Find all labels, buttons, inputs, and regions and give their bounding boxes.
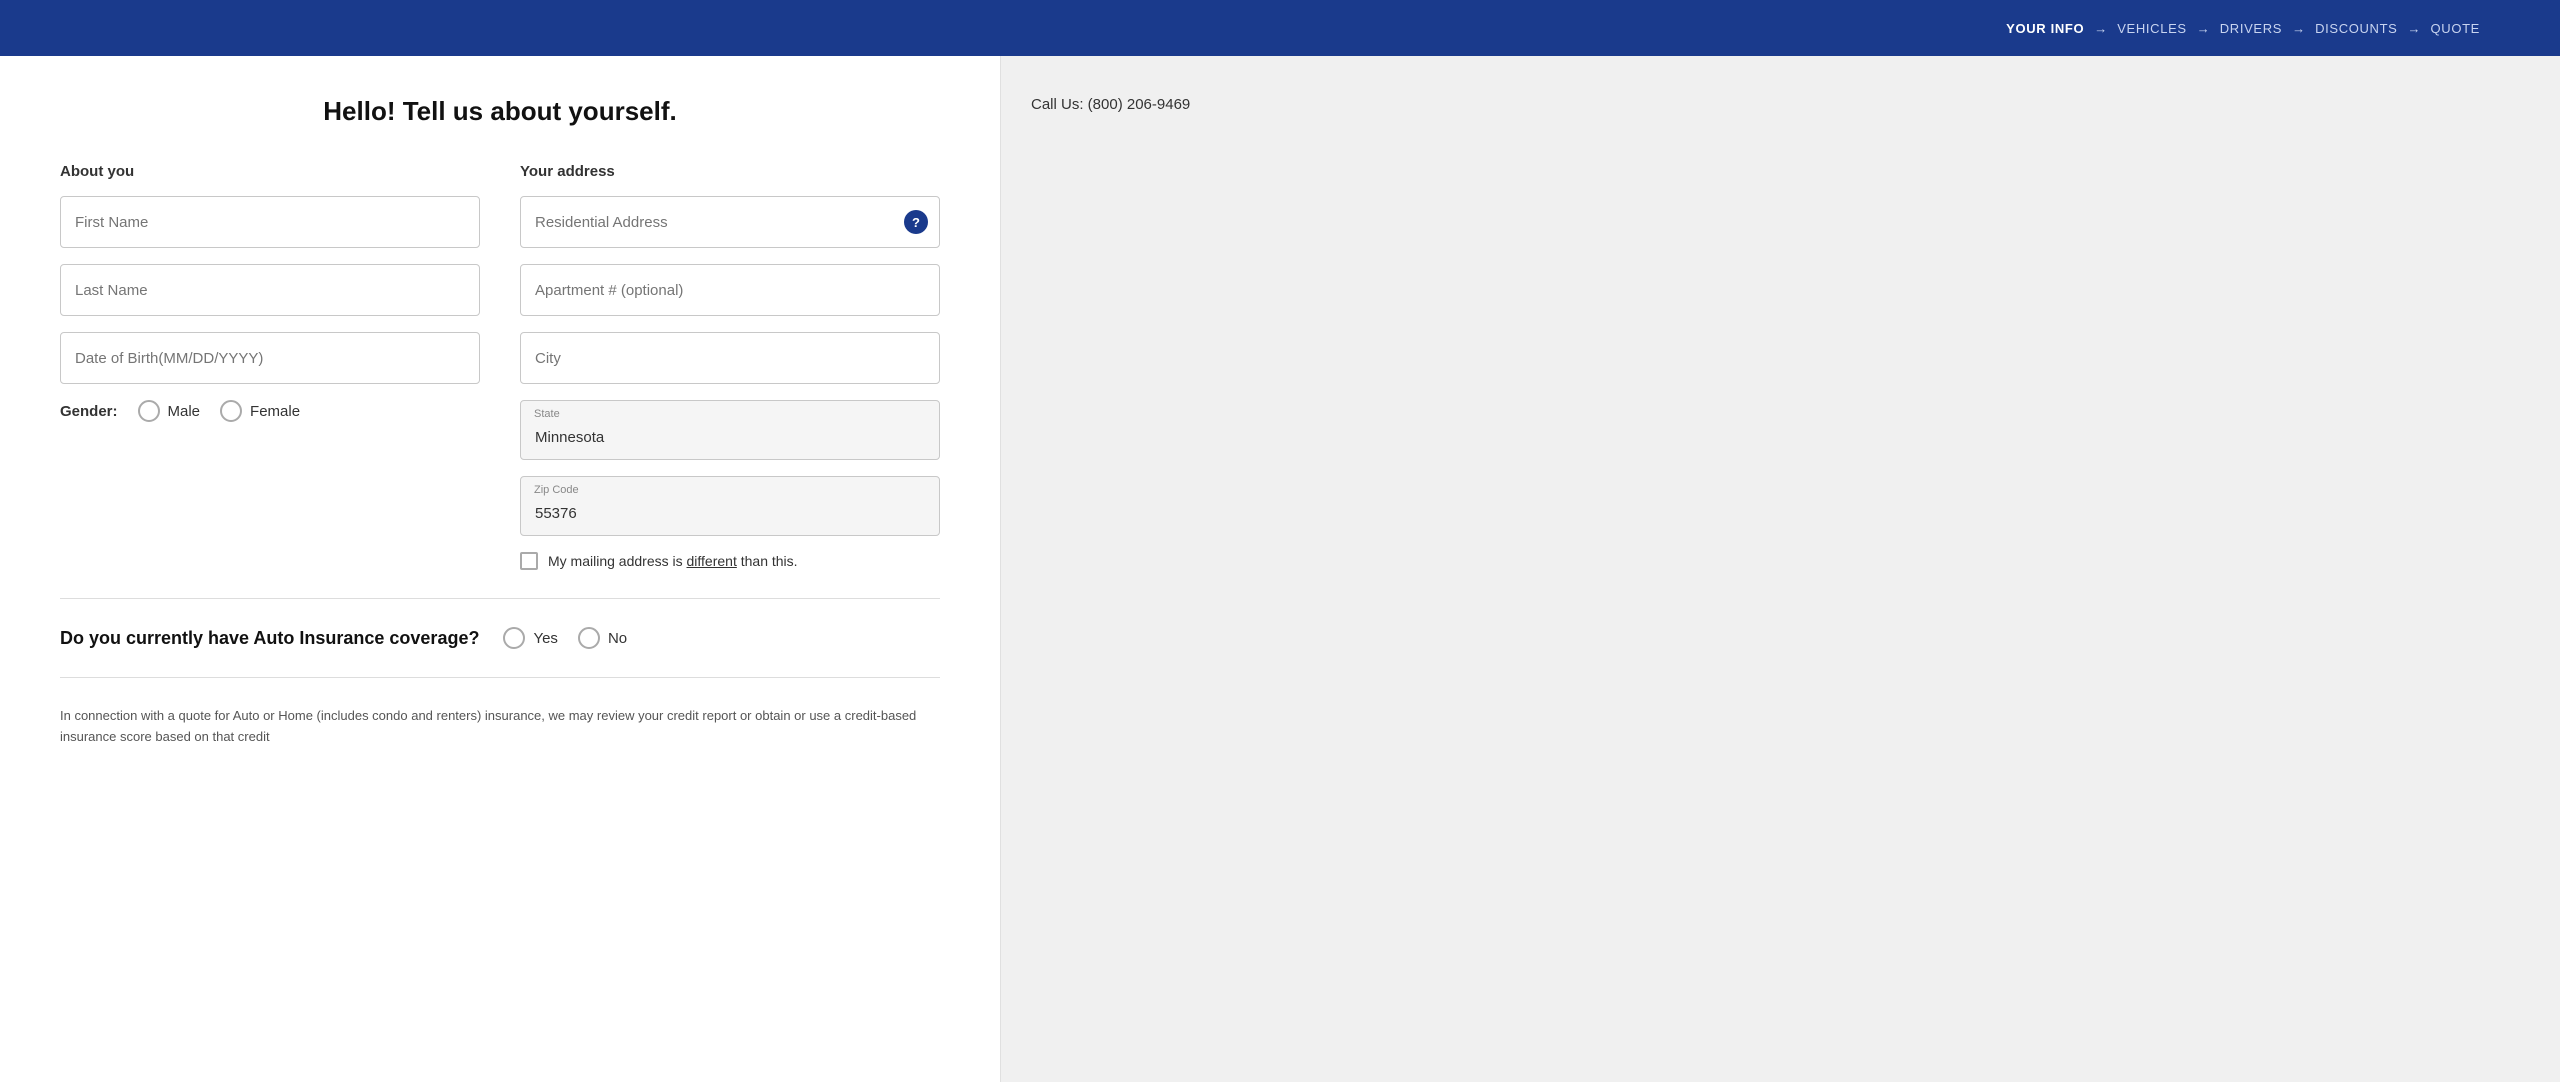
nav-step-vehicles[interactable]: VEHICLES xyxy=(2117,21,2187,36)
nav-step-drivers[interactable]: DRIVERS xyxy=(2220,21,2282,36)
call-us-text: Call Us: (800) 206-9469 xyxy=(1031,96,1190,113)
page-title: Hello! Tell us about yourself. xyxy=(60,96,940,127)
yes-radio[interactable] xyxy=(503,627,525,649)
nav-arrow-4: → xyxy=(2408,21,2421,36)
nav-step-quote[interactable]: QUOTE xyxy=(2431,21,2480,36)
gender-female-label: Female xyxy=(250,403,300,420)
state-input[interactable] xyxy=(520,400,940,460)
city-field xyxy=(520,332,940,384)
apartment-field xyxy=(520,264,940,316)
nav-step-drivers-label: DRIVERS xyxy=(2220,21,2282,36)
nav-bar: YOUR INFO → VEHICLES → DRIVERS → DISCOUN… xyxy=(0,0,2560,56)
address-field-wrapper: ? xyxy=(520,196,940,248)
gender-male-label: Male xyxy=(168,403,201,420)
insurance-question-text: Do you currently have Auto Insurance cov… xyxy=(60,628,479,649)
section-divider xyxy=(60,598,940,599)
different-underline: different xyxy=(687,553,737,569)
sidebar: Call Us: (800) 206-9469 xyxy=(1000,56,1420,1082)
nav-arrow-3: → xyxy=(2292,21,2305,36)
yes-no-options: Yes No xyxy=(503,627,627,649)
about-you-col: About you Gender: Male xyxy=(60,163,480,570)
section-divider-2 xyxy=(60,677,940,678)
nav-arrow-2: → xyxy=(2197,21,2210,36)
zip-input[interactable] xyxy=(520,476,940,536)
gender-male-radio[interactable] xyxy=(138,400,160,422)
your-address-label: Your address xyxy=(520,163,940,180)
residential-address-field: ? xyxy=(520,196,940,248)
nav-step-your-info[interactable]: YOUR INFO xyxy=(2006,21,2084,36)
main-content: Hello! Tell us about yourself. About you… xyxy=(0,56,1000,1082)
yes-label: Yes xyxy=(533,630,557,647)
dob-input[interactable] xyxy=(60,332,480,384)
nav-steps: YOUR INFO → VEHICLES → DRIVERS → DISCOUN… xyxy=(2006,21,2480,36)
nav-step-quote-label: QUOTE xyxy=(2431,21,2480,36)
disclaimer-text: In connection with a quote for Auto or H… xyxy=(60,706,940,748)
nav-step-vehicles-label: VEHICLES xyxy=(2117,21,2187,36)
no-label: No xyxy=(608,630,627,647)
apartment-input[interactable] xyxy=(520,264,940,316)
about-you-label: About you xyxy=(60,163,480,180)
mailing-checkbox[interactable] xyxy=(520,552,538,570)
gender-row: Gender: Male Female xyxy=(60,400,480,422)
gender-female-radio[interactable] xyxy=(220,400,242,422)
city-input[interactable] xyxy=(520,332,940,384)
no-radio[interactable] xyxy=(578,627,600,649)
nav-arrow-1: → xyxy=(2094,21,2107,36)
gender-male-option[interactable]: Male xyxy=(138,400,201,422)
gender-label: Gender: xyxy=(60,403,118,420)
zip-inner-label: Zip Code xyxy=(534,484,579,496)
dob-field xyxy=(60,332,480,384)
help-icon[interactable]: ? xyxy=(904,210,928,234)
last-name-field xyxy=(60,264,480,316)
state-inner-label: State xyxy=(534,408,560,420)
no-option[interactable]: No xyxy=(578,627,627,649)
nav-step-discounts-label: DISCOUNTS xyxy=(2315,21,2397,36)
nav-step-your-info-label: YOUR INFO xyxy=(2006,21,2084,36)
page-layout: Hello! Tell us about yourself. About you… xyxy=(0,56,2560,1082)
gender-female-option[interactable]: Female xyxy=(220,400,300,422)
zip-field: Zip Code document.currentScript.previous… xyxy=(520,476,940,536)
nav-step-discounts[interactable]: DISCOUNTS xyxy=(2315,21,2397,36)
form-columns: About you Gender: Male xyxy=(60,163,940,570)
yes-option[interactable]: Yes xyxy=(503,627,557,649)
last-name-input[interactable] xyxy=(60,264,480,316)
state-field: State // Set state value after DOM ready… xyxy=(520,400,940,460)
mailing-checkbox-row: My mailing address is different than thi… xyxy=(520,552,940,570)
first-name-input[interactable] xyxy=(60,196,480,248)
insurance-question-row: Do you currently have Auto Insurance cov… xyxy=(60,627,940,649)
residential-address-input[interactable] xyxy=(520,196,940,248)
mailing-checkbox-text: My mailing address is different than thi… xyxy=(548,553,798,569)
your-address-col: Your address ? State xyxy=(520,163,940,570)
first-name-field xyxy=(60,196,480,248)
